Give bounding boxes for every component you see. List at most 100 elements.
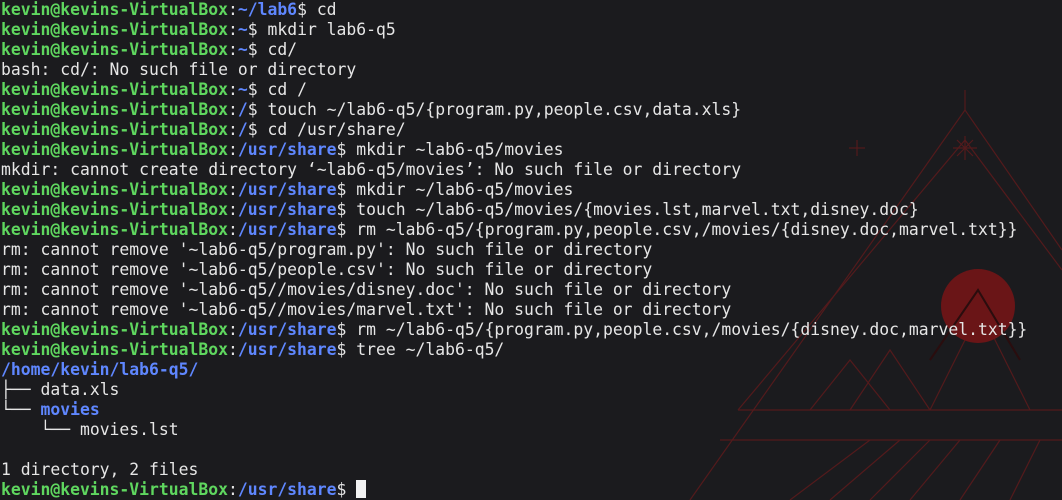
tree-branch: └──	[1, 420, 80, 439]
prompt-symbol: $	[336, 140, 347, 159]
prompt-line: kevin@kevins-VirtualBox:/usr/share$ touc…	[1, 200, 1027, 220]
prompt-line: kevin@kevins-VirtualBox:/usr/share$ mkdi…	[1, 180, 1027, 200]
prompt-line: kevin@kevins-VirtualBox:~$ cd/	[1, 40, 1027, 60]
command-text: cd /	[267, 80, 307, 99]
prompt-separator: :	[227, 340, 238, 359]
tree-directory-name: movies	[40, 400, 100, 419]
output-line: rm: cannot remove '~lab6-q5/program.py':…	[1, 240, 1027, 260]
prompt-symbol: $	[247, 100, 258, 119]
prompt-path: ~/lab6	[237, 0, 298, 19]
prompt-user-host: kevin@kevins-VirtualBox	[1, 200, 228, 219]
output-text: bash: cd/: No such file or directory	[1, 60, 357, 79]
tree-entry-line: └── movies	[1, 400, 1027, 420]
prompt-path: /usr/share	[237, 200, 337, 219]
prompt-path: /usr/share	[237, 340, 337, 359]
prompt-user-host: kevin@kevins-VirtualBox	[1, 0, 228, 19]
prompt-path: /usr/share	[237, 320, 337, 339]
prompt-user-host: kevin@kevins-VirtualBox	[1, 320, 228, 339]
prompt-symbol: $	[247, 80, 258, 99]
tree-root-path: /home/kevin/lab6-q5/	[1, 360, 199, 379]
prompt-path: /usr/share	[237, 180, 337, 199]
output-text: rm: cannot remove '~lab6-q5//movies/disn…	[1, 280, 732, 299]
tree-entry-line: ├── data.xls	[1, 380, 1027, 400]
tree-branch: ├──	[1, 380, 41, 399]
output-text: mkdir: cannot create directory ‘~lab6-q5…	[1, 160, 742, 179]
prompt-line: kevin@kevins-VirtualBox:/usr/share$ tree…	[1, 340, 1027, 360]
prompt-separator: :	[227, 20, 238, 39]
command-text: tree ~/lab6-q5/	[356, 340, 505, 359]
command-text: mkdir ~lab6-q5/movies	[356, 140, 564, 159]
prompt-separator: :	[227, 0, 238, 19]
prompt-path: ~	[237, 20, 248, 39]
prompt-user-host: kevin@kevins-VirtualBox	[1, 80, 228, 99]
prompt-path: /	[237, 120, 248, 139]
output-line: rm: cannot remove '~lab6-q5/people.csv':…	[1, 260, 1027, 280]
prompt-path: ~	[237, 40, 248, 59]
tree-entry-line: └── movies.lst	[1, 420, 1027, 440]
output-text: rm: cannot remove '~lab6-q5/program.py':…	[1, 240, 653, 259]
command-text: rm ~/lab6-q5/{program.py,people.csv,/mov…	[356, 320, 1028, 339]
prompt-user-host: kevin@kevins-VirtualBox	[1, 20, 228, 39]
prompt-line: kevin@kevins-VirtualBox:/usr/share$ rm ~…	[1, 220, 1027, 240]
prompt-line: kevin@kevins-VirtualBox:/usr/share$ mkdi…	[1, 140, 1027, 160]
prompt-symbol: $	[336, 480, 347, 499]
prompt-symbol: $	[297, 0, 307, 19]
prompt-symbol: $	[336, 180, 347, 199]
prompt-separator: :	[227, 220, 238, 239]
prompt-user-host: kevin@kevins-VirtualBox	[1, 140, 228, 159]
prompt-separator: :	[227, 100, 238, 119]
output-text: 1 directory, 2 files	[1, 460, 199, 479]
prompt-separator: :	[227, 180, 238, 199]
output-line: mkdir: cannot create directory ‘~lab6-q5…	[1, 160, 1027, 180]
output-text: rm: cannot remove '~lab6-q5//movies/marv…	[1, 300, 732, 319]
prompt-separator: :	[227, 140, 238, 159]
command-text: mkdir lab6-q5	[267, 20, 396, 39]
prompt-line: kevin@kevins-VirtualBox:/$ touch ~/lab6-…	[1, 100, 1027, 120]
terminal-output[interactable]: kevin@kevins-VirtualBox:~/lab6$ cd kevin@…	[1, 0, 1027, 500]
prompt-line: kevin@kevins-VirtualBox:~$ mkdir lab6-q5	[1, 20, 1027, 40]
command-text: touch ~/lab6-q5/movies/{movies.lst,marve…	[356, 200, 919, 219]
prompt-path: ~	[237, 80, 248, 99]
prompt-path: /usr/share	[237, 480, 337, 499]
prompt-symbol: $	[336, 320, 347, 339]
prompt-symbol: $	[247, 20, 258, 39]
prompt-user-host: kevin@kevins-VirtualBox	[1, 40, 228, 59]
output-line: rm: cannot remove '~lab6-q5//movies/marv…	[1, 300, 1027, 320]
prompt-user-host: kevin@kevins-VirtualBox	[1, 340, 228, 359]
text-cursor[interactable]	[356, 480, 367, 498]
prompt-separator: :	[227, 120, 238, 139]
prompt-symbol: $	[336, 200, 347, 219]
prompt-path: /usr/share	[237, 220, 337, 239]
tree-root-line: /home/kevin/lab6-q5/	[1, 360, 1027, 380]
prompt-user-host: kevin@kevins-VirtualBox	[1, 180, 228, 199]
prompt-separator: :	[227, 80, 238, 99]
prompt-symbol: $	[336, 340, 347, 359]
prompt-line: kevin@kevins-VirtualBox:/usr/share$ rm ~…	[1, 320, 1027, 340]
prompt-user-host: kevin@kevins-VirtualBox	[1, 220, 228, 239]
command-text: mkdir ~/lab6-q5/movies	[356, 180, 574, 199]
command-text: cd /usr/share/	[267, 120, 406, 139]
prompt-line: kevin@kevins-VirtualBox:~/lab6$ cd	[1, 0, 1027, 20]
prompt-separator: :	[227, 200, 238, 219]
prompt-separator: :	[227, 320, 238, 339]
command-text: touch ~/lab6-q5/{program.py,people.csv,d…	[267, 100, 742, 119]
tree-file-name: data.xls	[40, 380, 120, 399]
output-line: rm: cannot remove '~lab6-q5//movies/disn…	[1, 280, 1027, 300]
prompt-line: kevin@kevins-VirtualBox:/$ cd /usr/share…	[1, 120, 1027, 140]
prompt-path: /usr/share	[237, 140, 337, 159]
prompt-separator: :	[227, 480, 238, 499]
prompt-symbol: $	[247, 40, 258, 59]
output-line: bash: cd/: No such file or directory	[1, 60, 1027, 80]
prompt-user-host: kevin@kevins-VirtualBox	[1, 120, 228, 139]
prompt-line: kevin@kevins-VirtualBox:~$ cd /	[1, 80, 1027, 100]
tree-branch: └──	[1, 400, 41, 419]
prompt-symbol: $	[336, 220, 347, 239]
prompt-user-host: kevin@kevins-VirtualBox	[1, 480, 228, 499]
output-line: 1 directory, 2 files	[1, 460, 1027, 480]
prompt-path: /	[237, 100, 248, 119]
prompt-user-host: kevin@kevins-VirtualBox	[1, 100, 228, 119]
tree-file-name: movies.lst	[79, 420, 179, 439]
prompt-separator: :	[227, 40, 238, 59]
prompt-symbol: $	[247, 120, 258, 139]
